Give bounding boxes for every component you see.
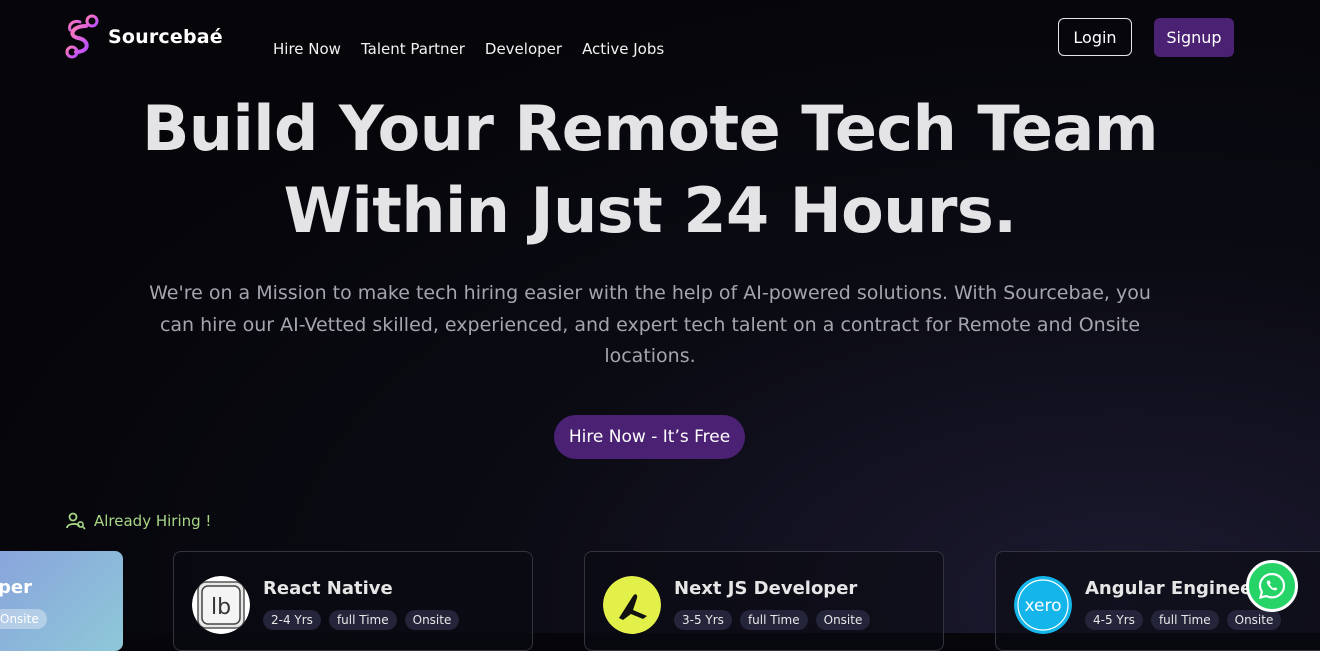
nav-developer[interactable]: Developer	[485, 40, 562, 58]
job-card-title: React Native	[263, 578, 393, 599]
hero-heading: Build Your Remote Tech Team Within Just …	[0, 88, 1300, 252]
svg-text:xero: xero	[1024, 596, 1061, 616]
experience-tag: 3-5 Yrs	[674, 610, 732, 630]
job-card-react-native[interactable]: lb React Native 2-4 Yrs full Time Onsite	[173, 551, 533, 651]
hire-now-free-button[interactable]: Hire Now - It’s Free	[554, 415, 745, 459]
yellow-brand-logo-icon	[603, 576, 661, 634]
location-tag: Onsite	[815, 610, 871, 630]
nav-hire-now[interactable]: Hire Now	[273, 40, 341, 58]
lb-logo-icon: lb	[192, 576, 250, 634]
already-hiring-text: Already Hiring !	[94, 512, 212, 530]
job-tag: Onsite	[0, 609, 47, 629]
job-card-partial[interactable]: per Onsite	[0, 551, 123, 651]
experience-tag: 2-4 Yrs	[263, 610, 321, 630]
experience-tag: 4-5 Yrs	[1085, 610, 1143, 630]
employment-type-tag: full Time	[328, 610, 397, 630]
employment-type-tag: full Time	[1150, 610, 1219, 630]
job-tags: 4-5 Yrs full Time Onsite	[1085, 610, 1282, 630]
sourcebae-logo[interactable]: Sourcebaé	[64, 14, 223, 60]
job-tags: 3-5 Yrs full Time Onsite	[674, 610, 871, 630]
user-search-icon	[66, 512, 86, 530]
main-nav: Hire Now Talent Partner Developer Active…	[273, 40, 664, 58]
hero-heading-line-1: Build Your Remote Tech Team	[142, 92, 1158, 165]
logo-mark-icon	[65, 14, 99, 59]
svg-text:lb: lb	[211, 595, 231, 620]
signup-button[interactable]: Signup	[1154, 18, 1234, 57]
logo-text: Sourcebaé	[108, 26, 223, 48]
hero-heading-line-2: Within Just 24 Hours.	[283, 174, 1017, 247]
location-tag: Onsite	[404, 610, 460, 630]
job-card-next-js-developer[interactable]: Next JS Developer 3-5 Yrs full Time Onsi…	[584, 551, 944, 651]
nav-talent-partner[interactable]: Talent Partner	[361, 40, 465, 58]
job-tags: 2-4 Yrs full Time Onsite	[263, 610, 460, 630]
whatsapp-icon	[1258, 572, 1286, 600]
whatsapp-chat-button[interactable]	[1246, 560, 1298, 612]
already-hiring-label: Already Hiring !	[66, 512, 211, 530]
xero-logo-icon: xero	[1014, 576, 1072, 634]
job-card-title: per	[0, 577, 32, 598]
job-card-title: Next JS Developer	[674, 578, 858, 599]
nav-active-jobs[interactable]: Active Jobs	[582, 40, 664, 58]
location-tag: Onsite	[1226, 610, 1282, 630]
login-button[interactable]: Login	[1058, 18, 1132, 56]
hero-subtitle: We're on a Mission to make tech hiring e…	[149, 282, 1151, 367]
job-card-title: Angular Engineer	[1085, 578, 1262, 599]
employment-type-tag: full Time	[739, 610, 808, 630]
